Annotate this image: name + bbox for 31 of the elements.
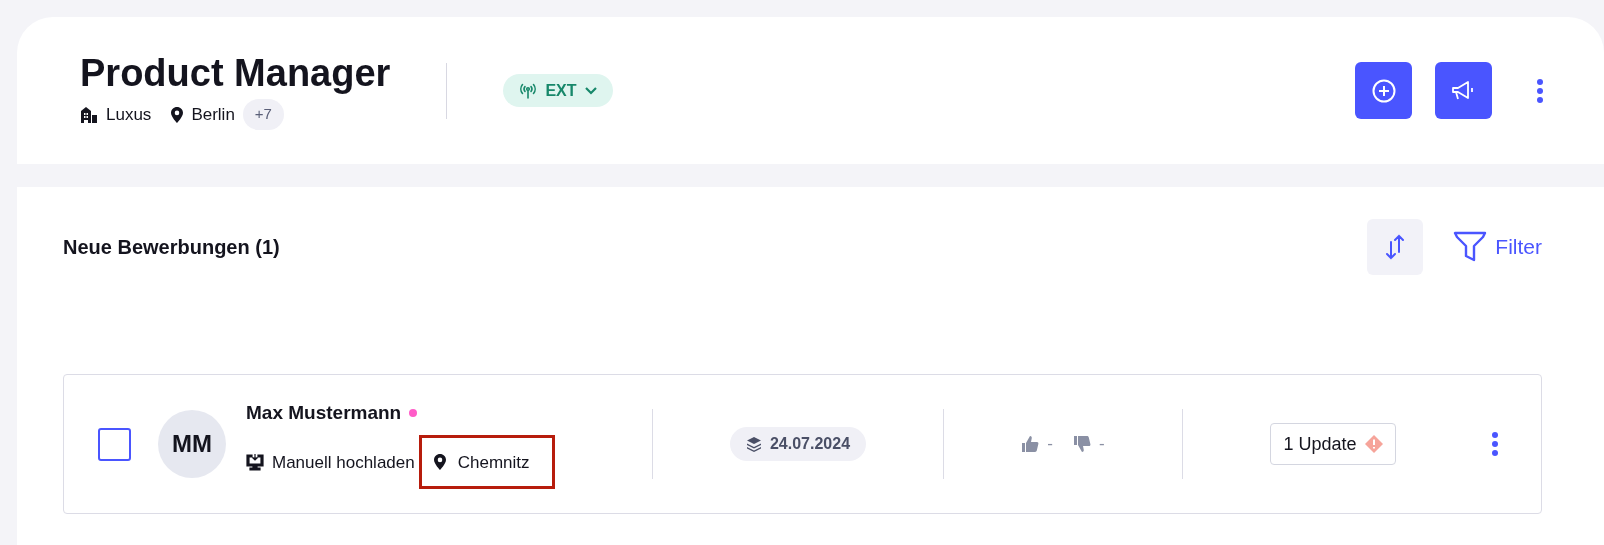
likes-count: -	[1047, 433, 1053, 456]
dislikes-count: -	[1099, 433, 1105, 456]
location-name: Berlin	[191, 103, 235, 126]
chevron-down-icon	[584, 86, 597, 95]
section-title: Neue Bewerbungen (1)	[63, 235, 280, 260]
funnel-icon	[1453, 231, 1488, 263]
sort-arrows-icon	[1385, 234, 1406, 260]
thumbs-down-icon[interactable]	[1073, 435, 1091, 453]
thumbs-up-icon[interactable]	[1021, 435, 1040, 453]
applicant-name[interactable]: Max Mustermann	[246, 398, 402, 428]
more-locations-badge[interactable]: +7	[242, 99, 284, 130]
company-name: Luxus	[106, 103, 152, 126]
building-icon	[80, 106, 98, 123]
applicant-location: Chemnitz	[457, 451, 530, 474]
location-pin-icon	[171, 106, 184, 123]
antenna-icon	[519, 82, 538, 99]
sort-button[interactable]	[1367, 219, 1424, 275]
source-label: Manuell hochladen	[272, 451, 415, 474]
avatar: MM	[158, 410, 226, 478]
layers-icon	[745, 436, 762, 452]
updates-badge[interactable]: 1 Update	[1270, 423, 1396, 465]
date-badge: 24.07.2024	[729, 427, 867, 461]
announce-button[interactable]	[1435, 62, 1492, 119]
plus-circle-icon	[1371, 78, 1396, 103]
filter-button[interactable]: Filter	[1453, 231, 1542, 263]
upload-monitor-icon	[246, 453, 264, 472]
job-title: Product Manager	[80, 51, 391, 96]
channel-dropdown[interactable]: EXT	[503, 74, 613, 107]
add-button[interactable]	[1355, 62, 1412, 119]
location-pin-icon	[433, 454, 446, 471]
select-checkbox[interactable]	[98, 427, 131, 461]
